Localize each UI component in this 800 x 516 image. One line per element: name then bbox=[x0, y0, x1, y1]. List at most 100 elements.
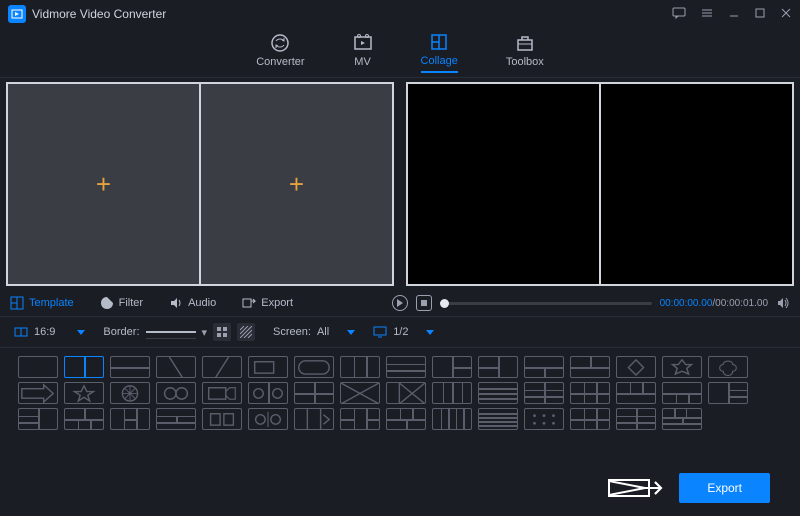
tab-collage[interactable]: Collage bbox=[421, 32, 458, 73]
seek-bar[interactable] bbox=[440, 302, 652, 305]
border-hatch-button[interactable] bbox=[237, 323, 255, 341]
subtab-export[interactable]: Export bbox=[242, 296, 293, 310]
template-item[interactable] bbox=[524, 356, 564, 378]
template-item[interactable] bbox=[340, 356, 380, 378]
template-item[interactable] bbox=[156, 356, 196, 378]
template-item[interactable] bbox=[386, 408, 426, 430]
subtab-label: Audio bbox=[188, 297, 216, 309]
template-item[interactable] bbox=[64, 356, 104, 378]
template-item[interactable] bbox=[570, 356, 610, 378]
template-item[interactable] bbox=[248, 356, 288, 378]
template-item[interactable] bbox=[616, 356, 656, 378]
template-item[interactable] bbox=[64, 408, 104, 430]
export-button-label: Export bbox=[707, 481, 742, 495]
subtab-filter[interactable]: Filter bbox=[100, 296, 143, 310]
logo-icon bbox=[8, 5, 26, 23]
template-item[interactable] bbox=[202, 408, 242, 430]
plus-icon: + bbox=[289, 169, 304, 200]
collage-sub-tabs: Template Filter Audio Export bbox=[10, 296, 390, 310]
page-dropdown[interactable]: 1/2 bbox=[373, 326, 434, 338]
border-label: Border: bbox=[103, 326, 139, 338]
template-item[interactable] bbox=[202, 356, 242, 378]
template-item[interactable] bbox=[18, 356, 58, 378]
template-item[interactable] bbox=[64, 382, 104, 404]
template-item[interactable] bbox=[616, 408, 656, 430]
seek-handle[interactable] bbox=[440, 299, 449, 308]
template-item[interactable] bbox=[478, 408, 518, 430]
template-item[interactable] bbox=[294, 356, 334, 378]
template-item[interactable] bbox=[432, 382, 472, 404]
ratio-dropdown[interactable]: 16:9 bbox=[14, 325, 85, 339]
template-item[interactable] bbox=[570, 408, 610, 430]
template-item[interactable] bbox=[524, 382, 564, 404]
template-item[interactable] bbox=[18, 382, 58, 404]
subtab-template[interactable]: Template bbox=[10, 296, 74, 310]
menu-icon[interactable] bbox=[700, 7, 714, 22]
template-item[interactable] bbox=[110, 408, 150, 430]
tab-mv[interactable]: MV bbox=[353, 33, 373, 72]
footer: Export bbox=[0, 460, 800, 516]
template-item[interactable] bbox=[110, 356, 150, 378]
tab-toolbox[interactable]: Toolbox bbox=[506, 33, 544, 72]
template-item[interactable] bbox=[570, 382, 610, 404]
template-item[interactable] bbox=[156, 408, 196, 430]
duration: 00:00:01.00 bbox=[715, 298, 768, 309]
minimize-icon[interactable] bbox=[728, 7, 740, 22]
tab-label: Toolbox bbox=[506, 56, 544, 68]
template-item[interactable] bbox=[248, 382, 288, 404]
template-icon bbox=[10, 296, 24, 310]
template-item[interactable] bbox=[662, 382, 702, 404]
template-item[interactable] bbox=[478, 356, 518, 378]
current-time: 00:00:00.00 bbox=[660, 298, 713, 309]
play-button[interactable] bbox=[392, 295, 408, 311]
template-item[interactable] bbox=[662, 408, 702, 430]
volume-icon[interactable] bbox=[776, 296, 790, 310]
template-item[interactable] bbox=[294, 382, 334, 404]
template-item[interactable] bbox=[478, 382, 518, 404]
filter-icon bbox=[100, 296, 114, 310]
template-item[interactable] bbox=[432, 408, 472, 430]
tab-converter[interactable]: Converter bbox=[256, 33, 304, 72]
template-item[interactable] bbox=[110, 382, 150, 404]
template-item[interactable] bbox=[524, 408, 564, 430]
border-color-button[interactable] bbox=[213, 323, 231, 341]
time-display: 00:00:00.00/00:00:01.00 bbox=[660, 298, 768, 309]
edit-cell-1[interactable]: + bbox=[7, 83, 200, 285]
mv-icon bbox=[353, 33, 373, 53]
border-style-dropdown[interactable] bbox=[146, 325, 196, 339]
screen-label: Screen: bbox=[273, 326, 311, 338]
template-grid bbox=[0, 348, 800, 430]
subtab-audio[interactable]: Audio bbox=[169, 296, 216, 310]
chevron-down-icon bbox=[347, 330, 355, 335]
template-item[interactable] bbox=[18, 408, 58, 430]
template-item[interactable] bbox=[248, 408, 288, 430]
feedback-icon[interactable] bbox=[672, 7, 686, 22]
titlebar-left: Vidmore Video Converter bbox=[8, 5, 166, 23]
converter-icon bbox=[270, 33, 290, 53]
stop-button[interactable] bbox=[416, 295, 432, 311]
edit-cell-2[interactable]: + bbox=[200, 83, 393, 285]
player-controls: 00:00:00.00/00:00:01.00 bbox=[392, 295, 790, 311]
template-item[interactable] bbox=[708, 356, 748, 378]
template-item[interactable] bbox=[202, 382, 242, 404]
template-item[interactable] bbox=[432, 356, 472, 378]
template-item[interactable] bbox=[386, 356, 426, 378]
screen-dropdown[interactable]: Screen: All bbox=[273, 326, 355, 338]
template-item[interactable] bbox=[340, 408, 380, 430]
screen-value: All bbox=[317, 326, 329, 338]
template-item[interactable] bbox=[156, 382, 196, 404]
preview-cell-1 bbox=[407, 83, 600, 285]
close-icon[interactable] bbox=[780, 7, 792, 22]
subtab-label: Export bbox=[261, 297, 293, 309]
template-item[interactable] bbox=[386, 382, 426, 404]
template-item[interactable] bbox=[616, 382, 656, 404]
template-item[interactable] bbox=[340, 382, 380, 404]
template-item[interactable] bbox=[662, 356, 702, 378]
main-tabs: Converter MV Collage Toolbox bbox=[0, 28, 800, 78]
ratio-value: 16:9 bbox=[34, 326, 55, 338]
export-icon bbox=[242, 296, 256, 310]
maximize-icon[interactable] bbox=[754, 7, 766, 22]
export-button[interactable]: Export bbox=[679, 473, 770, 503]
template-item[interactable] bbox=[294, 408, 334, 430]
template-item[interactable] bbox=[708, 382, 748, 404]
